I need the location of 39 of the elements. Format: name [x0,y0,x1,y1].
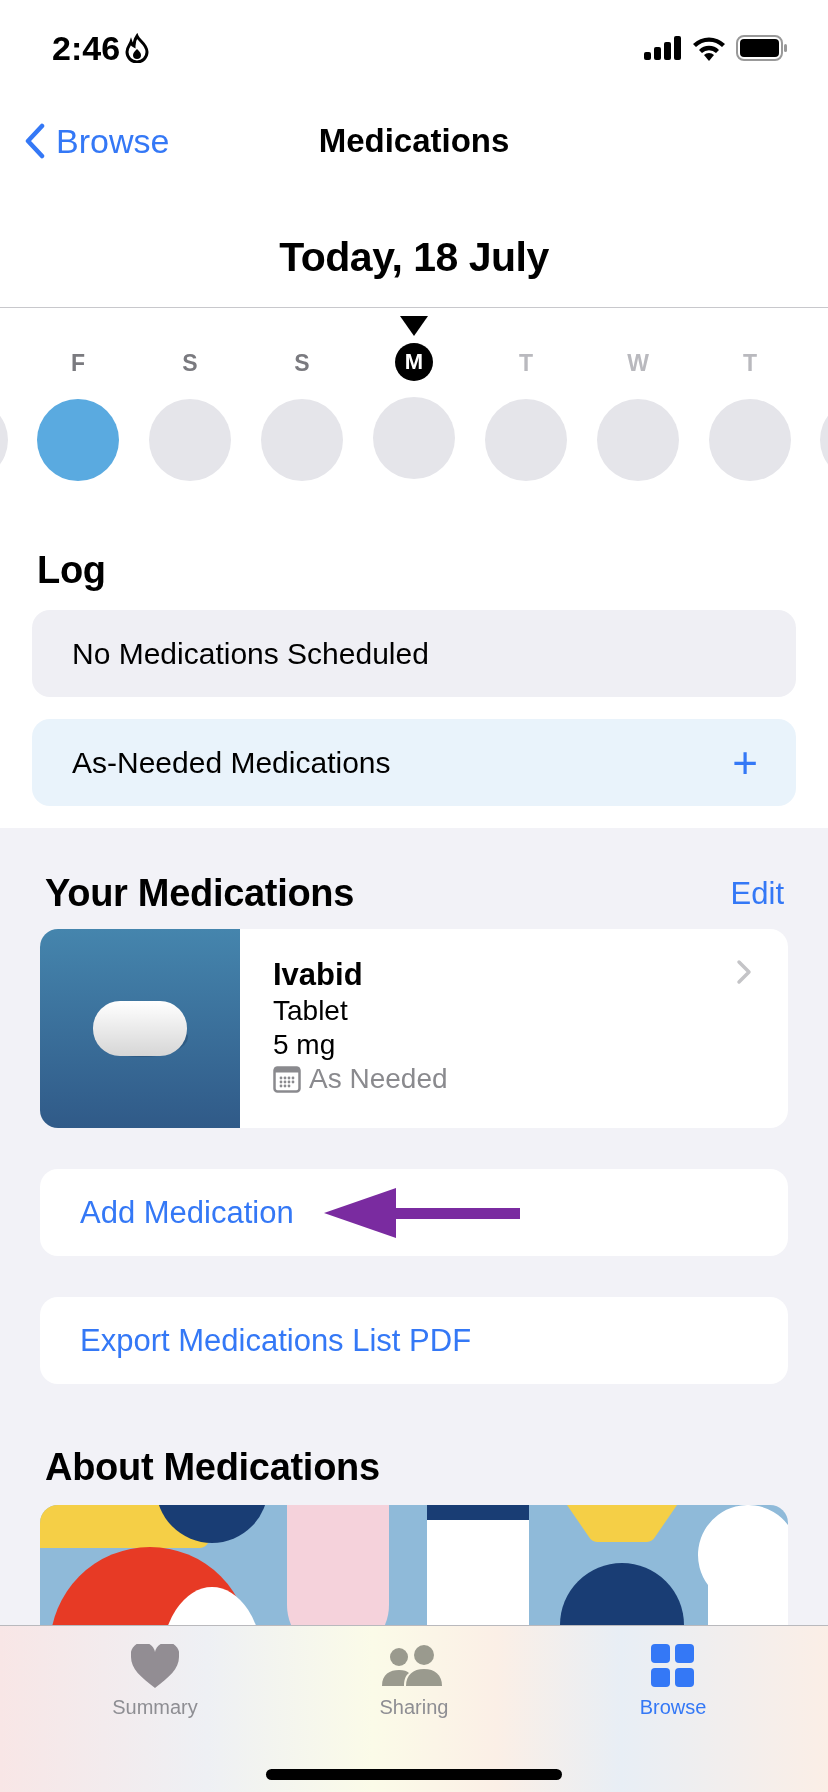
add-button[interactable]: + [726,740,764,785]
action-row[interactable]: Add Medication [40,1169,788,1256]
tablet-icon [40,929,240,1128]
day-letter[interactable]: M [395,343,433,381]
date-heading: Today, 18 July [279,234,549,281]
signal-icon [644,36,682,60]
screen-title: Medications [318,122,510,160]
medication-name: Ivabid [273,957,364,993]
section-heading: Log [36,548,107,593]
heart-icon [131,1644,179,1688]
edit-button[interactable]: Edit [730,875,784,912]
row-label: As-Needed Medications [72,745,391,780]
medication-dose: 5 mg [273,1029,337,1061]
chevron-right-icon [736,959,752,985]
calendar-icon [273,1065,301,1093]
schedule-label: As Needed [309,1063,448,1095]
tab-item[interactable]: Browse [598,1626,748,1792]
grid-icon [651,1644,695,1688]
wifi-icon [692,35,726,61]
day-letter[interactable]: S [294,343,310,383]
back-button[interactable]: Browse [24,121,170,161]
action-row[interactable]: Export Medications List PDF [40,1297,788,1384]
chevron-left-icon [24,123,46,159]
action-link[interactable]: Add Medication [80,1194,294,1231]
row-label: No Medications Scheduled [72,636,429,671]
section-heading: About Medications [44,1446,381,1490]
flame-icon [124,33,151,63]
status-time: 2:46 [52,28,121,68]
section-heading: Your Medications [45,872,355,915]
action-link[interactable]: Export Medications List PDF [80,1322,472,1359]
tab-item[interactable]: Sharing [339,1626,489,1792]
battery-icon [736,35,788,61]
day-letter[interactable]: F [70,343,86,383]
pointer-icon [400,316,428,336]
day-letter[interactable]: S [182,343,198,383]
medication-card[interactable]: Ivabid Tablet 5 mg As Needed [40,929,788,1128]
log-row[interactable]: As-Needed Medications + [32,719,796,806]
medication-form: Tablet [273,995,349,1027]
tab-item[interactable]: Summary [80,1626,230,1792]
